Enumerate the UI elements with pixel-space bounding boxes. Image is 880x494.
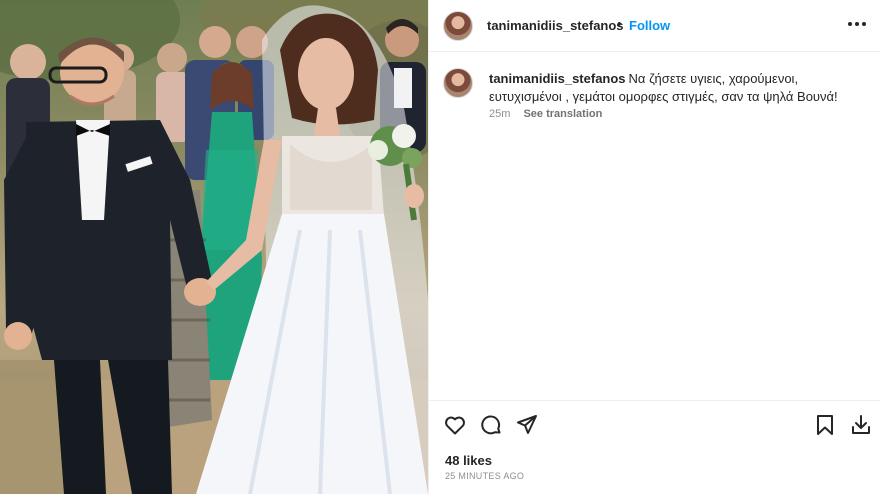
send-icon[interactable] [515, 413, 539, 437]
likes-count[interactable]: 48 likes [445, 453, 492, 468]
more-horizontal-icon[interactable] [848, 22, 866, 28]
avatar[interactable] [443, 11, 473, 41]
download-icon[interactable] [849, 413, 873, 437]
post-actions: 48 likes 25 MINUTES AGO [429, 400, 880, 494]
comment-icon[interactable] [479, 413, 503, 437]
heart-icon[interactable] [443, 413, 467, 437]
post-username[interactable]: tanimanidiis_stefanos [487, 18, 624, 33]
bookmark-icon[interactable] [813, 413, 837, 437]
caption-avatar[interactable] [443, 68, 473, 98]
post-header: tanimanidiis_stefanos • Follow [429, 0, 880, 52]
caption-username[interactable]: tanimanidiis_stefanos [489, 71, 626, 86]
post-timestamp: 25 MINUTES AGO [445, 471, 525, 481]
post-photo[interactable] [0, 0, 428, 494]
post-side-panel: tanimanidiis_stefanos • Follow tanimanid… [428, 0, 880, 494]
caption-text-block: tanimanidiis_stefanos Να ζήσετε υγιεις, χ… [489, 70, 861, 106]
separator-dot: • [617, 16, 622, 31]
follow-button[interactable]: Follow [629, 18, 670, 33]
caption-time[interactable]: 25m [489, 108, 510, 120]
see-translation-button[interactable]: See translation [523, 108, 602, 120]
wedding-photo-illustration [0, 0, 428, 494]
caption-meta: 25m See translation [489, 108, 602, 120]
